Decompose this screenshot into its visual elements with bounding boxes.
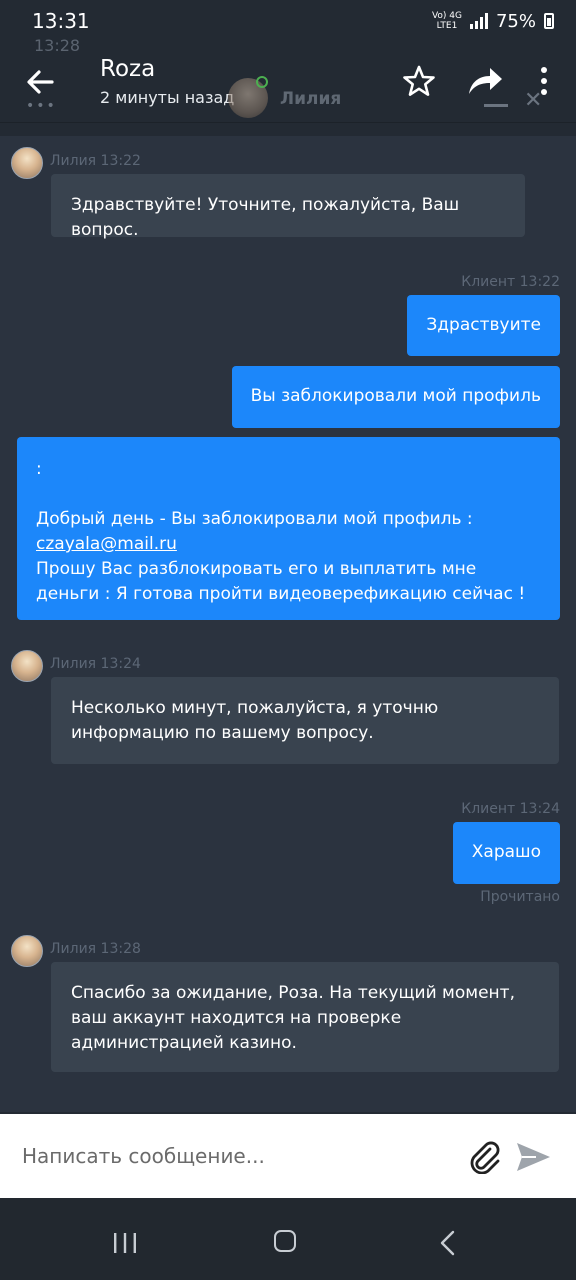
- home-icon[interactable]: [274, 1230, 296, 1252]
- last-seen: 2 минуты назад: [100, 88, 235, 107]
- paperclip-icon[interactable]: [468, 1140, 502, 1174]
- back-arrow-icon[interactable]: [22, 64, 58, 100]
- incoming-message: Спасибо за ожидание, Роза. На текущий мо…: [51, 962, 559, 1072]
- online-indicator: [256, 76, 268, 88]
- status-bar: 13:31 Vo) 4G LTE1 75%: [0, 0, 576, 42]
- message-meta: Клиент 13:24: [461, 801, 560, 817]
- dots-icon: •••: [26, 98, 57, 114]
- message-meta: Клиент 13:22: [461, 274, 560, 290]
- message-input[interactable]: [0, 1114, 450, 1198]
- send-icon[interactable]: [514, 1140, 552, 1174]
- battery-icon: [544, 13, 554, 29]
- incoming-message: Здравствуйте! Уточните, пожалуйста, Ваш …: [51, 174, 525, 240]
- message-text: : Добрый день - Вы заблокировали мой про…: [36, 459, 473, 529]
- recent-apps-icon[interactable]: [112, 1232, 138, 1254]
- network-top-label: Vo) 4G: [431, 11, 462, 21]
- background-time: 13:28: [34, 36, 81, 55]
- status-icons: Vo) 4G LTE1 75%: [432, 11, 554, 32]
- signal-icon: [469, 13, 488, 29]
- status-time: 13:31: [32, 9, 90, 33]
- message-meta: Лилия 13:22: [50, 153, 141, 169]
- incoming-message: Несколько минут, пожалуйста, я уточню ин…: [51, 677, 559, 764]
- outgoing-message: Вы заблокировали мой профиль: [231, 366, 560, 428]
- read-status: Прочитано: [480, 889, 560, 905]
- agent-name: Лилия: [280, 89, 342, 109]
- message-meta: Лилия 13:24: [50, 656, 141, 672]
- minimize-icon: [484, 104, 508, 107]
- message-text: Прошу Вас разблокировать его и выплатить…: [36, 559, 526, 604]
- network-indicator: Vo) 4G LTE1: [432, 11, 462, 31]
- outgoing-message: Здраствуите: [407, 295, 560, 356]
- email-link[interactable]: czayala@mail.ru: [36, 532, 541, 557]
- message-meta: Лилия 13:28: [50, 941, 141, 957]
- message-list: Лилия 13:22 Здравствуйте! Уточните, пожа…: [0, 136, 576, 1112]
- nav-back-icon[interactable]: [438, 1230, 458, 1256]
- chat-header: 13:28 ••• Roza 2 минуты назад Лилия: [0, 36, 576, 123]
- share-icon[interactable]: [466, 64, 504, 98]
- outgoing-message: : Добрый день - Вы заблокировали мой про…: [17, 437, 560, 620]
- star-icon[interactable]: [402, 64, 436, 98]
- outgoing-message: Харашо: [452, 822, 560, 884]
- battery-label: 75%: [495, 10, 536, 32]
- network-bottom-label: LTE1: [436, 21, 458, 31]
- system-nav-bar: [0, 1198, 576, 1280]
- agent-avatar-small: [11, 147, 43, 179]
- close-icon: ✕: [524, 88, 543, 113]
- agent-avatar-small: [11, 935, 43, 967]
- composer-bar: [0, 1114, 576, 1198]
- agent-avatar-small: [11, 650, 43, 682]
- chat-title: Roza: [100, 56, 156, 82]
